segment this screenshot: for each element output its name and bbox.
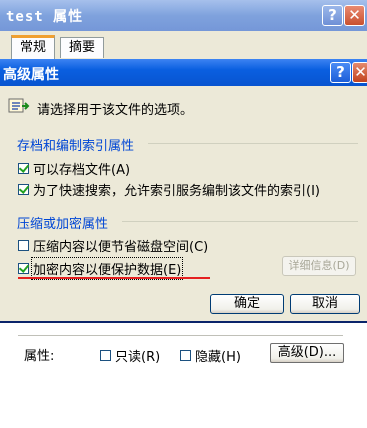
encrypt-checkbox-label: 加密内容以便保护数据(E) [30,257,184,280]
encrypt-checkbox[interactable] [18,263,29,274]
archive-checkbox[interactable] [18,163,29,174]
index-checkbox-row[interactable]: 为了快速搜索，允许索引服务编制该文件的索引(I) [18,180,320,199]
back-window-titlebar: test 属性 ? ✕ [0,0,367,31]
archive-group-label: 存档和编制索引属性 [17,139,135,154]
readonly-checkbox[interactable] [100,350,111,361]
cancel-button[interactable]: 取消 [290,294,360,314]
advanced-button[interactable]: 高级(D)... [270,343,344,363]
compress-group-label: 压缩或加密属性 [17,217,109,232]
archive-group-divider [148,143,358,144]
hidden-checkbox[interactable] [180,350,191,361]
folder-options-icon [8,98,30,113]
index-checkbox-label: 为了快速搜索，允许索引服务编制该文件的索引(I) [33,184,320,199]
back-help-button[interactable]: ? [322,5,343,26]
back-divider [18,335,343,336]
archive-checkbox-label: 可以存档文件(A) [33,163,131,178]
compress-checkbox-label: 压缩内容以便节省磁盘空间(C) [33,240,209,255]
dialog-help-button[interactable]: ? [330,62,351,83]
back-close-button[interactable]: ✕ [344,5,365,26]
advanced-attributes-dialog: 高级属性 ? ✕ 请选择用于该文件的选项。 存档和编制索引属性 可以存档文件(A… [0,59,367,323]
tab-general[interactable]: 常规 [11,35,56,59]
ok-button[interactable]: 确定 [210,294,284,314]
dialog-titlebar: 高级属性 ? ✕ [0,59,367,86]
dialog-title: 高级属性 [3,67,59,83]
compress-checkbox-row[interactable]: 压缩内容以便节省磁盘空间(C) [18,236,208,255]
index-checkbox[interactable] [18,184,29,195]
dialog-close-button[interactable]: ✕ [352,62,367,83]
back-window-tabs: 常规 摘要 [0,31,367,59]
back-window-attributes-section: 属性: 只读(R) 隐藏(H) 高级(D)... [0,323,367,428]
back-window-title: test 属性 [6,9,84,25]
tab-summary[interactable]: 摘要 [60,37,105,58]
intro-text: 请选择用于该文件的选项。 [37,103,194,118]
attributes-label: 属性: [24,349,55,364]
archive-checkbox-row[interactable]: 可以存档文件(A) [18,159,130,178]
close-icon: ✕ [354,63,367,81]
help-icon: ? [328,6,337,24]
details-button[interactable]: 详细信息(D) [282,256,356,276]
hidden-checkbox-label: 隐藏(H) [195,350,241,365]
encrypt-highlight-underline [18,277,210,279]
encrypt-checkbox-row[interactable]: 加密内容以便保护数据(E) [18,257,184,280]
help-icon: ? [336,63,345,81]
close-icon: ✕ [348,6,361,24]
hidden-checkbox-row[interactable]: 隐藏(H) [180,346,241,365]
readonly-checkbox-row[interactable]: 只读(R) [100,346,160,365]
compress-group-divider [122,221,358,222]
readonly-checkbox-label: 只读(R) [115,350,161,365]
compress-checkbox[interactable] [18,240,29,251]
